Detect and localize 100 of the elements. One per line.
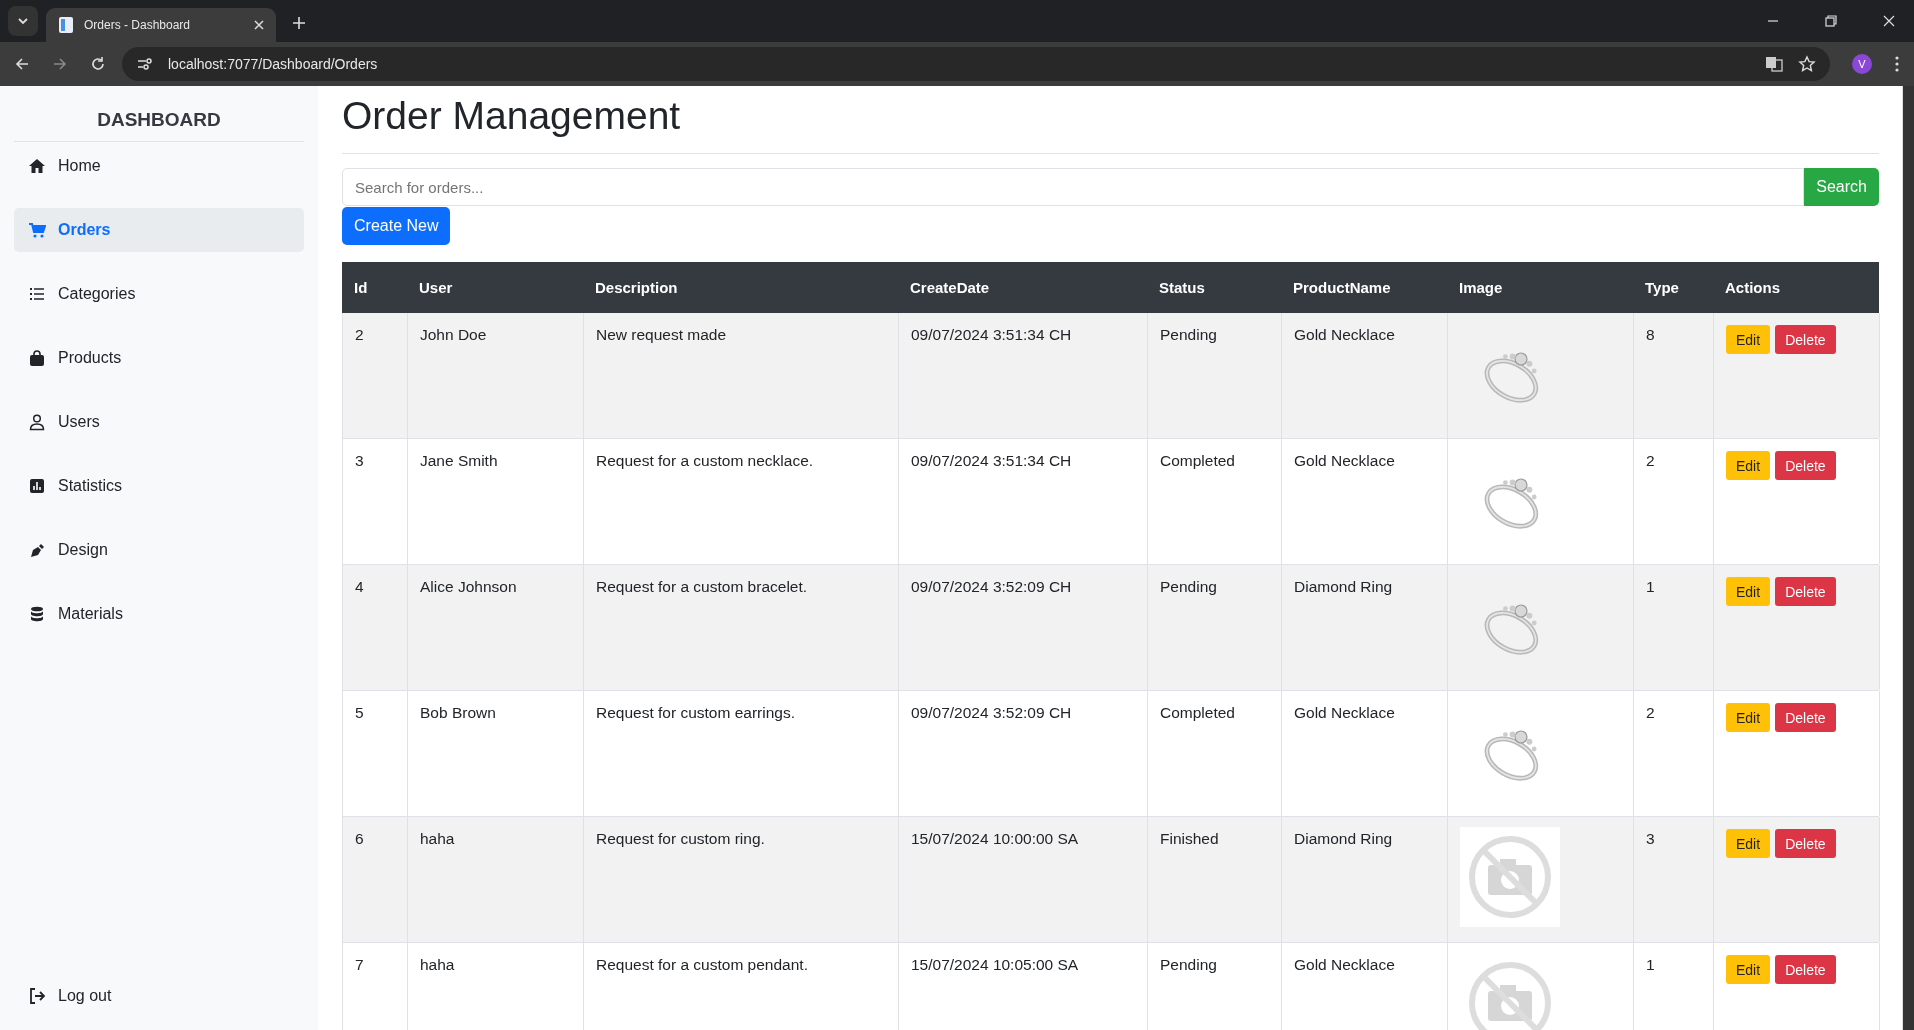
delete-button[interactable]: Delete xyxy=(1775,577,1836,606)
table-cell: Request for a custom pendant. xyxy=(596,956,808,973)
table-cell: Diamond Ring xyxy=(1294,830,1393,847)
sidebar-item[interactable]: Users xyxy=(14,400,304,444)
database-icon xyxy=(28,605,46,623)
home-icon xyxy=(28,157,46,175)
table-cell: 4 xyxy=(355,578,364,595)
table-cell: haha xyxy=(420,830,455,847)
sidebar-item[interactable]: Statistics xyxy=(14,464,304,508)
table-cell: Pending xyxy=(1160,326,1217,343)
list-icon xyxy=(28,285,46,303)
delete-button[interactable]: Delete xyxy=(1775,955,1836,984)
table-cell: 3 xyxy=(355,452,364,469)
address-field[interactable]: localhost:7077/Dashboard/Orders xyxy=(122,47,1830,81)
scrollbar[interactable] xyxy=(1902,86,1914,1030)
sidebar-item[interactable]: Design xyxy=(14,528,304,572)
edit-button[interactable]: Edit xyxy=(1726,829,1771,858)
sidebar-item[interactable]: Categories xyxy=(14,272,304,316)
column-header: Image xyxy=(1458,279,1504,296)
table-cell: Pending xyxy=(1160,956,1217,973)
restore-icon[interactable] xyxy=(1824,14,1838,28)
logout-icon xyxy=(28,987,46,1005)
page-title: Order Management xyxy=(342,94,1879,154)
edit-button[interactable]: Edit xyxy=(1726,451,1771,480)
table-cell: 3 xyxy=(1646,830,1655,847)
delete-button[interactable]: Delete xyxy=(1775,325,1836,354)
table-cell: 6 xyxy=(355,830,364,847)
table-cell: Finished xyxy=(1160,830,1219,847)
browser-tab[interactable]: Orders - Dashboard xyxy=(46,8,276,42)
url-text: localhost:7077/Dashboard/Orders xyxy=(168,56,378,72)
edit-button[interactable]: Edit xyxy=(1726,703,1771,732)
close-icon[interactable] xyxy=(254,20,264,30)
table-cell: Bob Brown xyxy=(420,704,496,721)
table-cell: Diamond Ring xyxy=(1294,578,1393,595)
column-header: Type xyxy=(1644,279,1680,296)
table-cell: 1 xyxy=(1646,956,1655,973)
table-cell: Request for custom earrings. xyxy=(596,704,795,721)
document-icon xyxy=(58,16,74,34)
table-cell: 1 xyxy=(1646,578,1655,595)
logout-link[interactable]: Log out xyxy=(14,974,304,1018)
sidebar-item[interactable]: Orders xyxy=(14,208,304,252)
delete-button[interactable]: Delete xyxy=(1775,451,1836,480)
chart-icon xyxy=(28,477,46,495)
search-field[interactable]: Search for orders... xyxy=(342,168,1805,206)
sidebar-item[interactable]: Home xyxy=(14,144,304,188)
user-icon xyxy=(28,413,46,431)
table-cell: Completed xyxy=(1160,452,1235,469)
table-cell: New request made xyxy=(596,326,727,343)
sidebar-item[interactable]: Materials xyxy=(14,592,304,636)
profile-avatar[interactable]: V xyxy=(1852,54,1872,74)
bag-icon xyxy=(28,349,46,367)
column-header: Id xyxy=(353,279,369,296)
column-header: Description xyxy=(594,279,679,296)
table-cell: 15/07/2024 10:05:00 SA xyxy=(911,956,1079,973)
table-cell: 15/07/2024 10:00:00 SA xyxy=(911,830,1079,847)
table-cell: Gold Necklace xyxy=(1294,452,1395,469)
table-cell: 5 xyxy=(355,704,364,721)
table-cell: 09/07/2024 3:51:34 CH xyxy=(911,326,1072,343)
column-header: CreateDate xyxy=(909,279,991,296)
table-cell: 7 xyxy=(355,956,364,973)
new-tab-icon[interactable] xyxy=(292,16,306,30)
table-cell: haha xyxy=(420,956,455,973)
column-header: User xyxy=(418,279,454,296)
table-cell: 09/07/2024 3:52:09 CH xyxy=(911,578,1072,595)
table-cell: 8 xyxy=(1646,326,1655,343)
close-icon[interactable] xyxy=(1882,14,1896,28)
table-cell: Completed xyxy=(1160,704,1235,721)
chevron-down-icon xyxy=(17,15,29,27)
column-header: ProductName xyxy=(1292,279,1392,296)
column-header: Status xyxy=(1158,279,1206,296)
reload-icon[interactable] xyxy=(90,56,106,72)
table-cell: 09/07/2024 3:51:34 CH xyxy=(911,452,1072,469)
table-cell: Request for custom ring. xyxy=(596,830,765,847)
pen-icon xyxy=(28,541,46,559)
edit-button[interactable]: Edit xyxy=(1726,955,1771,984)
tab-search-button[interactable] xyxy=(8,6,38,36)
create-new-button[interactable]: Create New xyxy=(342,207,451,245)
menu-icon[interactable] xyxy=(1894,55,1900,73)
star-icon[interactable] xyxy=(1798,55,1816,73)
forward-icon[interactable] xyxy=(52,56,68,72)
back-icon[interactable] xyxy=(14,56,30,72)
translate-icon[interactable] xyxy=(1764,54,1784,74)
table-cell: Gold Necklace xyxy=(1294,704,1395,721)
table-cell: John Doe xyxy=(420,326,487,343)
edit-button[interactable]: Edit xyxy=(1726,577,1771,606)
table-cell: Pending xyxy=(1160,578,1217,595)
delete-button[interactable]: Delete xyxy=(1775,703,1836,732)
site-settings-icon[interactable] xyxy=(136,56,154,72)
no-image-icon xyxy=(1460,827,1560,927)
table-cell: 2 xyxy=(355,326,364,343)
table-cell: Alice Johnson xyxy=(420,578,517,595)
column-header: Actions xyxy=(1724,279,1781,296)
table-cell: Jane Smith xyxy=(420,452,498,469)
edit-button[interactable]: Edit xyxy=(1726,325,1771,354)
sidebar-title: DASHBOARD xyxy=(14,86,304,142)
table-cell: Request for a custom necklace. xyxy=(596,452,814,469)
delete-button[interactable]: Delete xyxy=(1775,829,1836,858)
table-cell: 09/07/2024 3:52:09 CH xyxy=(911,704,1072,721)
sidebar-item[interactable]: Products xyxy=(14,336,304,380)
cart-icon xyxy=(28,221,46,239)
